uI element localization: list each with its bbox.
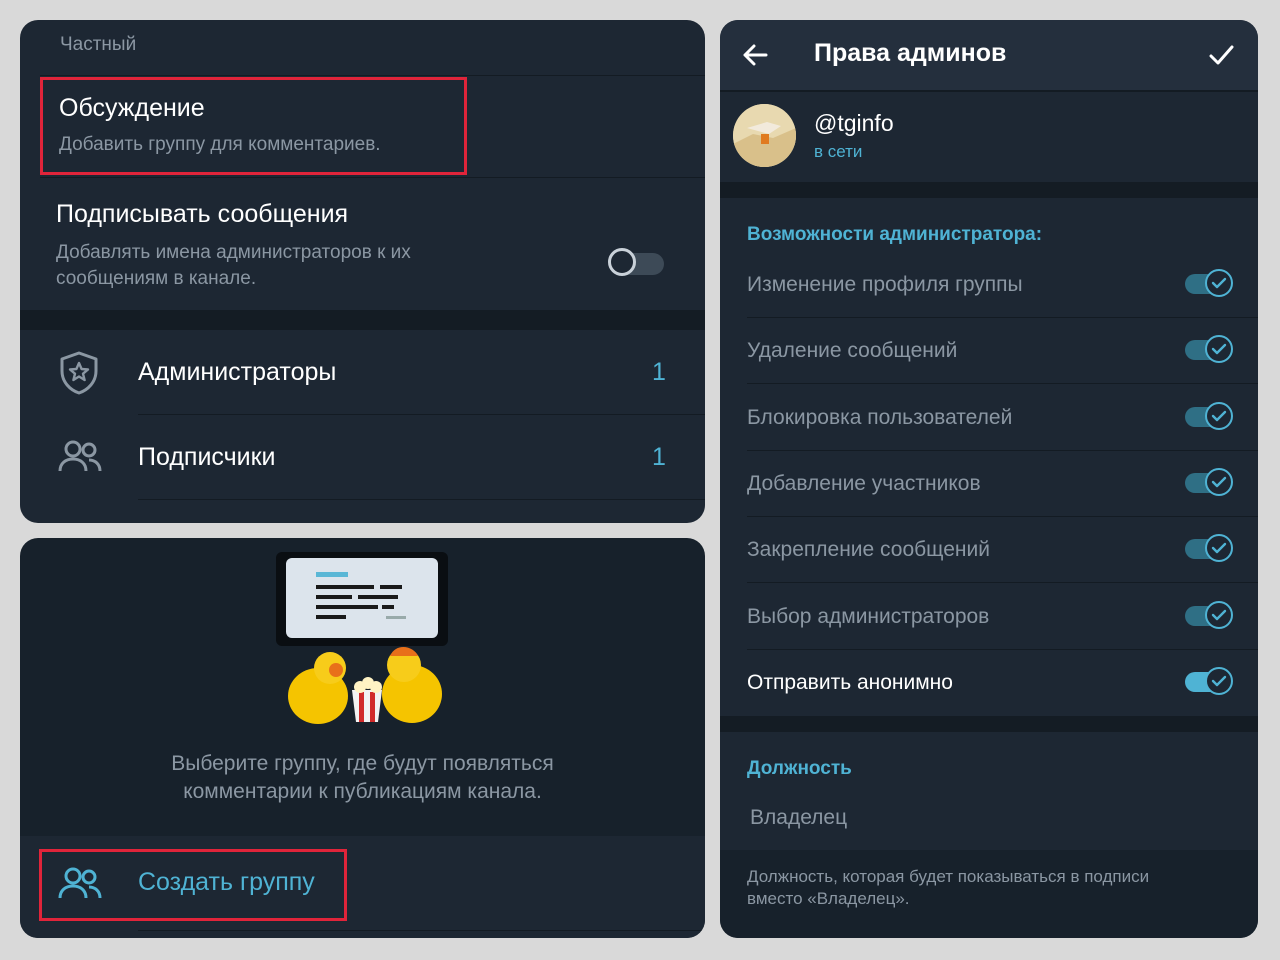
- section-role-header: Должность: [747, 758, 852, 779]
- perm-toggle[interactable]: [1185, 667, 1233, 695]
- admin-rights-panel: Права админов @tginfo в сети Возможности…: [720, 20, 1258, 938]
- role-hint-block: Должность, которая будет показываться в …: [720, 850, 1258, 938]
- perm-toggle[interactable]: [1185, 335, 1233, 363]
- discussion-desc-2: комментарии к публикациям канала.: [183, 780, 542, 803]
- sign-messages-item[interactable]: Подписывать сообщения Добавлять имена ад…: [20, 178, 705, 308]
- perm-row[interactable]: Добавление участников: [720, 451, 1258, 517]
- people-icon: [58, 439, 102, 480]
- channel-type-label: Частный: [60, 34, 137, 55]
- discussion-highlight: [40, 77, 467, 175]
- perm-toggle[interactable]: [1185, 601, 1233, 629]
- sign-messages-sub-1: Добавлять имена администраторов к их: [56, 242, 411, 263]
- sign-messages-sub-2: сообщениям в канале.: [56, 268, 257, 289]
- perm-label: Удаление сообщений: [747, 339, 958, 362]
- perm-label: Выбор администраторов: [747, 605, 990, 628]
- perm-row[interactable]: Выбор администраторов: [720, 584, 1258, 650]
- perm-label: Отправить анонимно: [747, 671, 953, 694]
- perm-label: Изменение профиля группы: [747, 273, 1023, 296]
- user-name: @tginfo: [814, 110, 894, 136]
- perm-label: Добавление участников: [747, 472, 981, 495]
- perm-row[interactable]: Блокировка пользователей: [720, 385, 1258, 451]
- perm-label: Закрепление сообщений: [747, 538, 990, 561]
- perm-row[interactable]: Закрепление сообщений: [720, 517, 1258, 583]
- perm-toggle[interactable]: [1185, 468, 1233, 496]
- admins-label: Администраторы: [138, 358, 337, 386]
- section-capabilities-header: Возможности администратора:: [747, 224, 1043, 245]
- perm-label: Блокировка пользователей: [747, 406, 1013, 429]
- subscribers-count: 1: [652, 443, 666, 471]
- page-title: Права админов: [814, 39, 1007, 67]
- perm-row-anonymous[interactable]: Отправить анонимно: [720, 650, 1258, 716]
- perm-toggle[interactable]: [1185, 269, 1233, 297]
- top-bar: Права админов: [720, 20, 1258, 90]
- create-group-highlight: [39, 849, 347, 921]
- discussion-panel: Выберите группу, где будут появляться ко…: [20, 538, 705, 938]
- shield-star-icon: [58, 350, 100, 401]
- perm-row[interactable]: Удаление сообщений: [720, 318, 1258, 384]
- user-status: в сети: [814, 142, 863, 161]
- back-arrow-icon[interactable]: [742, 42, 768, 73]
- perm-toggle[interactable]: [1185, 402, 1233, 430]
- channel-settings-panel: Частный Обсуждение Добавить группу для к…: [20, 20, 705, 523]
- sign-messages-title: Подписывать сообщения: [56, 200, 349, 228]
- role-input[interactable]: Владелец: [750, 806, 847, 830]
- role-hint-2: вместо «Владелец».: [747, 889, 910, 908]
- admins-item[interactable]: Администраторы 1: [20, 330, 705, 414]
- sticker-illustration: [272, 550, 462, 730]
- user-card: @tginfo в сети: [720, 92, 1258, 182]
- discussion-desc-1: Выберите группу, где будут появляться: [171, 752, 554, 775]
- perm-row[interactable]: Изменение профиля группы: [720, 252, 1258, 318]
- avatar: [733, 104, 796, 167]
- subscribers-label: Подписчики: [138, 443, 276, 471]
- admins-count: 1: [652, 358, 666, 386]
- subscribers-item[interactable]: Подписчики 1: [20, 415, 705, 499]
- checkmark-icon[interactable]: [1208, 42, 1234, 73]
- sign-messages-toggle[interactable]: [608, 248, 664, 276]
- perm-toggle[interactable]: [1185, 534, 1233, 562]
- role-hint-1: Должность, которая будет показываться в …: [747, 867, 1150, 886]
